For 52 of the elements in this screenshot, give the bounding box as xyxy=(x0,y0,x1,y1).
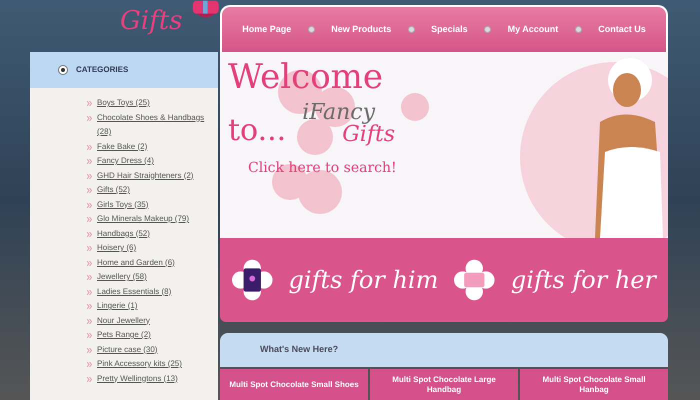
bullet-icon xyxy=(87,202,92,208)
category-link[interactable]: Hoisery (6) xyxy=(97,241,136,256)
category-link[interactable]: Nour Jewellery xyxy=(97,314,150,328)
bullet-icon xyxy=(87,362,92,367)
bullet-icon xyxy=(87,376,92,382)
bullet-icon xyxy=(87,144,92,150)
category-link[interactable]: Boys Toys (25) xyxy=(97,96,150,110)
category-link[interactable]: Chocolate Shoes & Handbags (28) xyxy=(97,110,210,140)
category-link[interactable]: Fancy Dress (4) xyxy=(97,154,154,168)
category-link[interactable]: Home and Garden (6) xyxy=(97,256,175,270)
gift-category-link[interactable]: gifts for him xyxy=(288,262,438,298)
category-link[interactable]: Handbags (52) xyxy=(97,226,150,241)
welcome-subheading: to... xyxy=(228,116,286,146)
bullet-icon xyxy=(87,101,92,106)
bullet-icon xyxy=(87,290,92,294)
brand-logo-text: Gifts xyxy=(342,124,396,146)
product-link[interactable]: Multi Spot Chocolate Large Handbag xyxy=(370,369,518,400)
category-link[interactable]: Glo Minerals Makeup (79) xyxy=(97,212,190,226)
bullet-icon xyxy=(87,116,92,120)
product-link[interactable]: Multi Spot Chocolate Small Hanbag xyxy=(520,369,668,400)
bullet-icon xyxy=(87,232,92,236)
category-link[interactable]: GHD Hair Straighteners (2) xyxy=(97,168,194,183)
category-link[interactable]: Lingerie (1) xyxy=(97,299,138,314)
category-link[interactable]: Jewellery (58) xyxy=(97,270,147,284)
bullet-icon xyxy=(87,348,92,352)
bullet-icon xyxy=(87,260,92,266)
bullet-icon xyxy=(87,188,92,193)
radio-bullet-icon xyxy=(58,65,68,75)
bullet-icon xyxy=(87,217,92,222)
category-link[interactable]: Fake Bake (2) xyxy=(97,140,148,154)
search-link[interactable]: Click here to search! xyxy=(248,158,397,179)
gift-category-link[interactable]: gifts for her xyxy=(510,262,656,298)
category-link[interactable]: Gifts (52) xyxy=(97,183,130,198)
sidebar-title: CATEGORIES xyxy=(76,64,128,76)
bullet-icon xyxy=(87,174,92,178)
category-link[interactable]: Picture case (30) xyxy=(97,342,158,357)
bullet-icon xyxy=(87,246,92,251)
brand-logo-text: iFancy xyxy=(302,102,376,124)
bullet-icon xyxy=(87,318,92,324)
category-link[interactable]: Girls Toys (35) xyxy=(97,198,148,212)
product-link[interactable]: Multi Spot Chocolate Small Shoes xyxy=(220,369,368,400)
section-title: What's New Here? xyxy=(260,343,338,356)
bullet-icon xyxy=(87,159,92,164)
welcome-heading: Welcome xyxy=(228,60,384,94)
bullet-icon xyxy=(87,304,92,309)
category-link[interactable]: Pink Accessory kits (25) xyxy=(97,357,182,372)
category-link[interactable]: Pets Range (2) xyxy=(97,328,151,342)
bullet-icon xyxy=(87,275,92,280)
gift-box-icon xyxy=(190,0,220,20)
category-link[interactable]: Pretty Wellingtons (13) xyxy=(97,372,178,386)
bullet-icon xyxy=(87,333,92,338)
category-link[interactable]: Ladies Essentials (8) xyxy=(97,284,172,299)
